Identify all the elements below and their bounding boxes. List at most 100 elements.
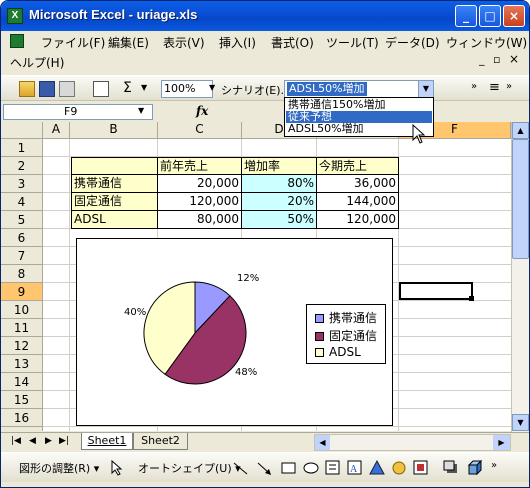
table-corner-cell[interactable] xyxy=(71,157,158,175)
toolbar-options-chevron-icon-2[interactable]: » xyxy=(506,81,512,92)
chart-legend[interactable]: 携帯通信 固定通信 ADSL xyxy=(306,304,386,364)
menu-insert[interactable]: 挿入(I) xyxy=(219,34,256,51)
line-icon[interactable] xyxy=(233,460,249,476)
autoshape-menu[interactable]: オートシェイプ(U) ▾ xyxy=(138,460,241,476)
table-cell-now[interactable]: 36,000 xyxy=(317,175,399,193)
active-cell-f9[interactable] xyxy=(399,282,473,300)
scroll-right-icon[interactable]: ▶ xyxy=(493,435,510,450)
table-cell-now[interactable]: 144,000 xyxy=(317,193,399,211)
insert-function-icon[interactable]: fx xyxy=(196,104,208,118)
open-icon[interactable] xyxy=(19,81,35,97)
oval-icon[interactable] xyxy=(303,460,319,476)
first-sheet-icon[interactable]: |◀ xyxy=(11,436,21,446)
zoom-dropdown-icon[interactable]: ▼ xyxy=(209,83,215,92)
table-cell-prev[interactable]: 120,000 xyxy=(158,193,242,211)
wordart-icon[interactable]: A xyxy=(347,460,363,476)
copy-icon[interactable] xyxy=(93,81,109,97)
horizontal-scrollbar[interactable]: ◀ ▶ xyxy=(314,434,511,451)
permission-icon[interactable] xyxy=(59,81,75,97)
close-button[interactable]: × xyxy=(503,5,525,27)
tab-sheet2[interactable]: Sheet2 xyxy=(133,433,188,450)
vertical-scrollbar[interactable]: ▲ ▼ xyxy=(511,122,529,432)
table-header-rate[interactable]: 増加率 xyxy=(242,157,317,175)
pie-chart[interactable]: 12% 48% 40% 携帯通信 固定通信 ADSL xyxy=(76,238,393,426)
doc-restore-button[interactable]: ▫ xyxy=(493,53,500,66)
table-cell-rate[interactable]: 20% xyxy=(242,193,317,211)
minimize-button[interactable]: _ xyxy=(455,5,477,27)
row-header[interactable]: 3 xyxy=(1,175,43,193)
menu-tools[interactable]: ツール(T) xyxy=(326,34,379,51)
row-header[interactable]: 8 xyxy=(1,265,43,283)
row-header[interactable]: 5 xyxy=(1,211,43,229)
table-cell-rate[interactable]: 80% xyxy=(242,175,317,193)
draw-adjust-menu[interactable]: 図形の調整(R) ▾ xyxy=(19,460,99,476)
row-header[interactable]: 17 xyxy=(1,427,43,431)
row-header[interactable]: 7 xyxy=(1,247,43,265)
autosum-icon[interactable]: Σ xyxy=(123,80,132,96)
column-header[interactable]: B xyxy=(70,122,158,139)
table-row-label[interactable]: 固定通信 xyxy=(71,193,158,211)
menu-view[interactable]: 表示(V) xyxy=(163,34,205,51)
maximize-button[interactable]: □ xyxy=(479,5,501,27)
name-box-dropdown-icon[interactable]: ▼ xyxy=(138,106,144,115)
scroll-left-icon[interactable]: ◀ xyxy=(315,435,330,450)
table-cell-prev[interactable]: 20,000 xyxy=(158,175,242,193)
column-header[interactable]: A xyxy=(43,122,70,139)
row-header[interactable]: 2 xyxy=(1,157,43,175)
diagram-icon[interactable] xyxy=(369,460,385,476)
table-header-prev[interactable]: 前年売上 xyxy=(158,157,242,175)
row-header[interactable]: 6 xyxy=(1,229,43,247)
menu-format[interactable]: 書式(O) xyxy=(271,34,314,51)
scroll-thumb[interactable] xyxy=(512,139,529,259)
autosum-dropdown-icon[interactable]: ▼ xyxy=(141,83,147,92)
scroll-down-icon[interactable]: ▼ xyxy=(512,414,529,431)
row-header-selected[interactable]: 9 xyxy=(1,283,43,301)
row-header[interactable]: 1 xyxy=(1,139,43,157)
name-box[interactable]: F9 xyxy=(3,104,153,120)
menu-window[interactable]: ウィンドウ(W) xyxy=(446,34,527,51)
clipart-icon[interactable] xyxy=(391,460,407,476)
row-header[interactable]: 14 xyxy=(1,373,43,391)
row-header[interactable]: 16 xyxy=(1,409,43,427)
zoom-combo[interactable]: 100% xyxy=(161,80,213,98)
row-header[interactable]: 11 xyxy=(1,319,43,337)
workbook-icon[interactable] xyxy=(10,34,24,48)
menu-edit[interactable]: 編集(E) xyxy=(108,34,149,51)
row-header[interactable]: 4 xyxy=(1,193,43,211)
select-objects-icon[interactable] xyxy=(111,460,123,476)
row-header[interactable]: 12 xyxy=(1,337,43,355)
shadow-style-icon[interactable] xyxy=(443,460,461,476)
menu-file[interactable]: ファイル(F) xyxy=(41,34,105,51)
rectangle-icon[interactable] xyxy=(281,460,297,476)
doc-minimize-button[interactable]: _ xyxy=(479,53,485,66)
scenario-combo[interactable]: ADSL50%増加 ▼ xyxy=(284,80,434,98)
toolbar-options-chevron-icon[interactable]: » xyxy=(471,81,477,92)
save-icon[interactable] xyxy=(39,81,55,97)
row-header[interactable]: 13 xyxy=(1,355,43,373)
tab-sheet1[interactable]: Sheet1 xyxy=(81,433,133,450)
scenario-option[interactable]: ADSL50%増加 xyxy=(286,123,432,135)
menu-data[interactable]: データ(D) xyxy=(385,34,440,51)
scenario-dropdown-arrow-icon[interactable]: ▼ xyxy=(418,81,433,97)
textbox-icon[interactable] xyxy=(325,460,341,476)
table-row-label[interactable]: 携帯通信 xyxy=(71,175,158,193)
toolbar-options-chevron-icon-3[interactable]: » xyxy=(491,460,497,471)
fill-handle[interactable] xyxy=(469,296,474,301)
column-header[interactable]: C xyxy=(158,122,242,139)
menu-help[interactable]: ヘルプ(H) xyxy=(10,54,64,71)
doc-close-button[interactable]: × xyxy=(509,52,519,66)
select-all-corner[interactable] xyxy=(1,122,43,139)
table-cell-prev[interactable]: 80,000 xyxy=(158,211,242,229)
table-cell-now[interactable]: 120,000 xyxy=(317,211,399,229)
picture-icon[interactable] xyxy=(413,460,429,476)
row-header[interactable]: 10 xyxy=(1,301,43,319)
3d-style-icon[interactable] xyxy=(467,460,485,476)
next-sheet-icon[interactable]: ▶ xyxy=(45,436,52,446)
table-header-now[interactable]: 今期売上 xyxy=(317,157,399,175)
row-header[interactable]: 15 xyxy=(1,391,43,409)
last-sheet-icon[interactable]: ▶| xyxy=(59,436,69,446)
table-cell-rate[interactable]: 50% xyxy=(242,211,317,229)
align-icon[interactable]: ≡ xyxy=(489,80,500,95)
table-row-label[interactable]: ADSL xyxy=(71,211,158,229)
arrow-icon[interactable] xyxy=(257,460,273,476)
